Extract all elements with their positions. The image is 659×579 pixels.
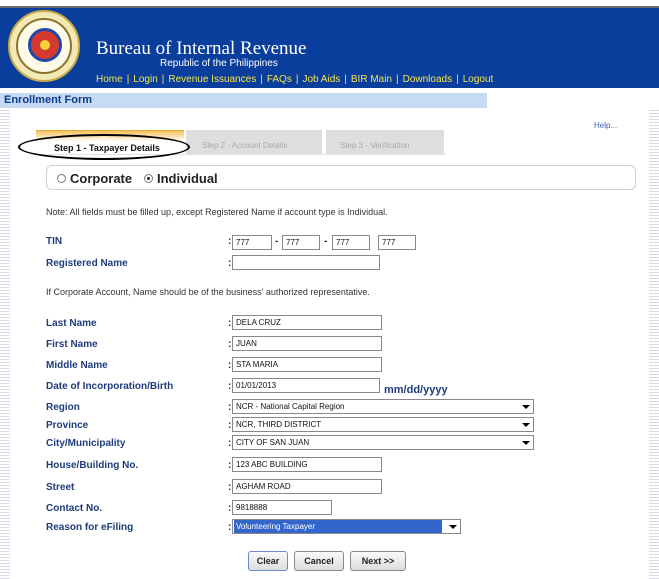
registered-name-input[interactable] [232, 255, 380, 270]
last-name-label: Last Name [46, 318, 97, 329]
city-label: City/Municipality [46, 438, 126, 449]
help-link[interactable]: Help... [594, 121, 617, 130]
tin-field-2[interactable]: 777 [282, 235, 320, 250]
region-select[interactable]: NCR - National Capital Region [232, 399, 534, 414]
right-stripe [649, 110, 659, 579]
contact-label: Contact No. [46, 503, 103, 514]
middle-name-label: Middle Name [46, 360, 108, 371]
bir-seal-logo [8, 10, 80, 82]
nav-bir-main[interactable]: BIR Main [351, 74, 392, 85]
tab-step3: Step 3 - Verification [326, 130, 444, 154]
individual-label: Individual [157, 171, 218, 186]
province-colon: : [228, 420, 232, 431]
city-value: CITY OF SAN JUAN [236, 438, 310, 447]
region-value: NCR - National Capital Region [236, 402, 345, 411]
reason-colon: : [228, 522, 232, 533]
chevron-down-icon [522, 423, 530, 427]
reason-label: Reason for eFiling [46, 522, 134, 533]
nav-logout[interactable]: Logout [463, 74, 494, 85]
tin-dash-2: - [324, 236, 328, 247]
chevron-down-icon [449, 525, 457, 529]
first-name-label: First Name [46, 339, 98, 350]
nav-home[interactable]: Home [96, 74, 123, 85]
site-header: Bureau of Internal Revenue Republic of t… [0, 8, 659, 88]
region-label: Region [46, 402, 80, 413]
account-type-box [46, 165, 636, 190]
form-title-bar: Enrollment Form [0, 93, 487, 108]
nav-revenue-issuances[interactable]: Revenue Issuances [168, 74, 256, 85]
tin-field-1[interactable]: 777 [232, 235, 272, 250]
last-name-colon: : [228, 318, 232, 329]
street-colon: : [228, 482, 232, 493]
tab-step2: Step 2 - Account Details [186, 130, 322, 154]
middle-name-input[interactable]: STA MARIA [232, 357, 382, 372]
corporate-radio[interactable] [57, 174, 66, 183]
registered-name-label: Registered Name [46, 258, 128, 269]
tin-field-4[interactable]: 777 [378, 235, 416, 250]
nav-job-aids[interactable]: Job Aids [302, 74, 340, 85]
clear-button[interactable]: Clear [248, 551, 288, 571]
nav-faqs[interactable]: FAQs [267, 74, 292, 85]
chevron-down-icon [522, 441, 530, 445]
last-name-input[interactable]: DELA CRUZ [232, 315, 382, 330]
individual-radio[interactable] [144, 174, 153, 183]
registered-name-colon: : [228, 258, 232, 269]
form-title: Enrollment Form [4, 94, 93, 106]
tab-step2-label: Step 2 - Account Details [202, 141, 288, 150]
tin-dash-1: - [275, 236, 279, 247]
site-subtitle: Republic of the Philippines [160, 58, 278, 69]
tin-label: TIN [46, 236, 63, 247]
city-select[interactable]: CITY OF SAN JUAN [232, 435, 534, 450]
nav-downloads[interactable]: Downloads [403, 74, 452, 85]
house-colon: : [228, 460, 232, 471]
province-select[interactable]: NCR, THIRD DISTRICT [232, 417, 534, 432]
nav-login[interactable]: Login [133, 74, 157, 85]
chevron-down-icon [522, 405, 530, 409]
middle-name-colon: : [228, 360, 232, 371]
corporate-label: Corporate [70, 171, 133, 186]
first-name-colon: : [228, 339, 232, 350]
next-button[interactable]: Next >> [350, 551, 406, 571]
note-corporate: If Corporate Account, Name should be of … [46, 287, 370, 297]
site-title: Bureau of Internal Revenue [96, 38, 307, 59]
highlight-ellipse [18, 134, 190, 160]
city-colon: : [228, 438, 232, 449]
street-label: Street [46, 482, 75, 493]
first-name-input[interactable]: JUAN [232, 336, 382, 351]
region-colon: : [228, 402, 232, 413]
reason-select[interactable]: Volunteering Taxpayer [232, 519, 461, 534]
top-border [0, 0, 659, 8]
house-input[interactable]: 123 ABC BUILDING [232, 457, 382, 472]
main-nav: Home | Login | Revenue Issuances | FAQs | Job Ai… [96, 74, 494, 85]
left-stripe [0, 110, 10, 579]
contact-input[interactable]: 9818888 [232, 500, 332, 515]
tin-colon: : [228, 236, 232, 247]
date-format-hint: mm/dd/yyyy [384, 384, 448, 396]
dob-colon: : [228, 381, 232, 392]
cancel-button[interactable]: Cancel [294, 551, 344, 571]
province-value: NCR, THIRD DISTRICT [236, 420, 322, 429]
dob-input[interactable]: 01/01/2013 [232, 378, 380, 393]
tin-field-3[interactable]: 777 [332, 235, 370, 250]
house-label: House/Building No. [46, 460, 139, 471]
reason-value: Volunteering Taxpayer [234, 520, 442, 533]
contact-colon: : [228, 503, 232, 514]
province-label: Province [46, 420, 89, 431]
note-fields: Note: All fields must be filled up, exce… [46, 207, 388, 217]
tab-step3-label: Step 3 - Verification [340, 141, 410, 150]
street-input[interactable]: AGHAM ROAD [232, 479, 382, 494]
dob-label: Date of Incorporation/Birth [46, 381, 174, 392]
